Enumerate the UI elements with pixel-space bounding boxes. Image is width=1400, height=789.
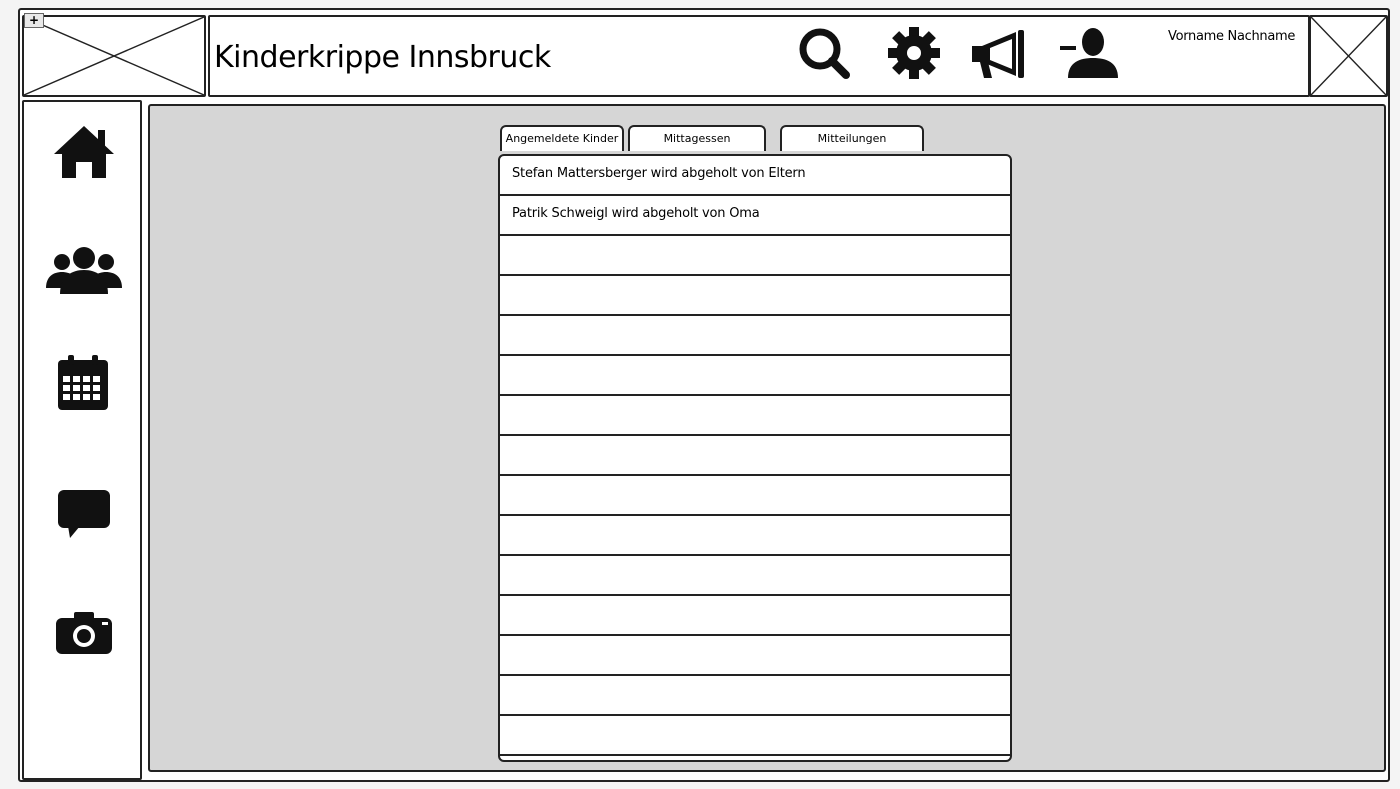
list-item[interactable] [500, 716, 1010, 756]
list-item[interactable] [500, 316, 1010, 356]
camera-icon[interactable] [44, 604, 124, 668]
app-title: Kinderkrippe Innsbruck [214, 40, 551, 75]
sidebar [22, 100, 142, 780]
gear-icon[interactable] [884, 26, 944, 82]
list-item[interactable] [500, 596, 1010, 636]
avatar-placeholder [1309, 15, 1388, 97]
list-item[interactable] [500, 636, 1010, 676]
tab-mittagessen[interactable]: Mittagessen [628, 125, 766, 151]
list-item[interactable] [500, 476, 1010, 516]
list-item[interactable] [500, 516, 1010, 556]
logo-placeholder [22, 15, 206, 97]
megaphone-icon[interactable] [968, 26, 1028, 82]
search-icon[interactable] [794, 26, 854, 82]
list-item[interactable] [500, 396, 1010, 436]
list-item[interactable] [500, 276, 1010, 316]
tab-mitteilungen[interactable]: Mitteilungen [780, 125, 924, 151]
home-icon[interactable] [44, 122, 124, 186]
list-item[interactable]: Patrik Schweigl wird abgeholt von Oma [500, 196, 1010, 236]
pickup-list: Stefan Mattersberger wird abgeholt von E… [498, 154, 1012, 762]
list-item[interactable]: Stefan Mattersberger wird abgeholt von E… [500, 156, 1010, 196]
list-item[interactable] [500, 556, 1010, 596]
user-icon[interactable] [1058, 26, 1118, 82]
chat-icon[interactable] [44, 484, 124, 548]
group-icon[interactable] [44, 240, 124, 304]
list-item[interactable] [500, 236, 1010, 276]
user-name[interactable]: Vorname Nachname [1168, 29, 1295, 44]
list-item[interactable] [500, 436, 1010, 476]
list-item[interactable] [500, 676, 1010, 716]
add-icon[interactable]: + [24, 13, 44, 28]
calendar-icon[interactable] [44, 352, 124, 416]
list-item[interactable] [500, 356, 1010, 396]
tab-angemeldete-kinder[interactable]: Angemeldete Kinder [500, 125, 624, 151]
